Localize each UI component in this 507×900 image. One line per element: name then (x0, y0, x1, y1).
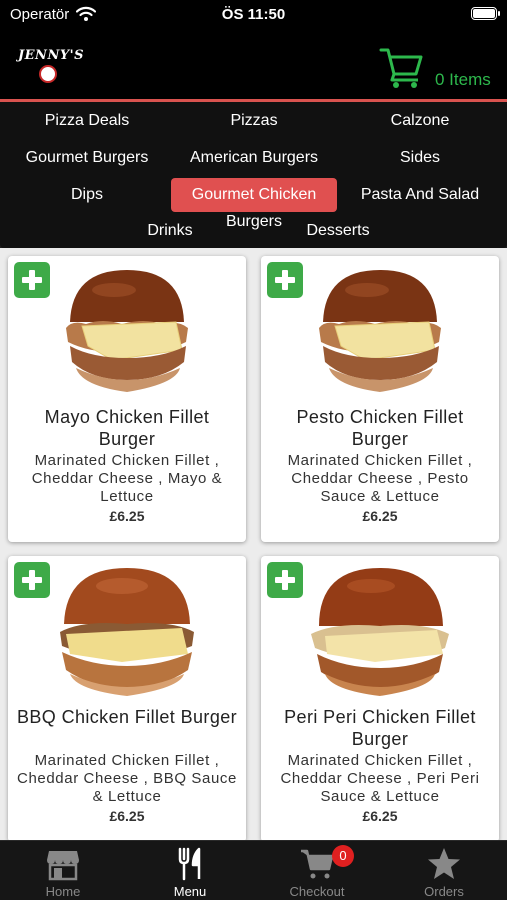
tab-label: Orders (424, 884, 464, 899)
product-card[interactable]: Pesto Chicken Fillet Burger Marinated Ch… (261, 256, 499, 542)
burger-image (60, 568, 194, 696)
cart-icon[interactable] (378, 44, 424, 90)
tab-label: Menu (173, 884, 207, 899)
category-sides[interactable]: Sides (346, 141, 494, 175)
cutlery-icon (178, 847, 201, 881)
burger-image (66, 270, 188, 392)
tab-label: Home (45, 884, 81, 899)
product-description: Marinated Chicken Fillet , Cheddar Chees… (287, 452, 473, 505)
tab-home[interactable]: Home (0, 841, 126, 900)
bottom-tab-bar: Home Menu 0 Checkout Orders (0, 840, 507, 900)
category-desserts[interactable]: Desserts (290, 214, 386, 248)
category-pizza-deals[interactable]: Pizza Deals (12, 104, 162, 138)
tab-checkout[interactable]: 0 Checkout (254, 841, 380, 900)
product-description: Marinated Chicken Fillet , Cheddar Chees… (17, 752, 237, 805)
logo-mascot-icon (39, 65, 57, 83)
logo-text: JENNY'S (18, 48, 84, 63)
battery-icon (471, 7, 500, 20)
tab-label: Checkout (289, 884, 345, 899)
product-card[interactable]: BBQ Chicken Fillet Burger Marinated Chic… (8, 556, 246, 840)
checkout-badge: 0 (332, 845, 354, 867)
cart-icon (301, 849, 334, 879)
status-time: ÖS 11:50 (221, 6, 286, 23)
category-calzone[interactable]: Calzone (346, 104, 494, 138)
app-header: JENNY'S 0 Items (0, 30, 507, 100)
product-grid: Mayo Chicken Fillet Burger Marinated Chi… (0, 248, 507, 840)
add-to-cart-button[interactable] (267, 262, 303, 298)
product-card[interactable]: Mayo Chicken Fillet Burger Marinated Chi… (8, 256, 246, 542)
product-price: £6.25 (362, 508, 398, 524)
category-drinks[interactable]: Drinks (120, 214, 220, 248)
brand-logo[interactable]: JENNY'S (18, 48, 84, 88)
add-to-cart-button[interactable] (14, 562, 50, 598)
product-title: Peri Peri Chicken Fillet Burger (284, 707, 476, 749)
cart-items-count[interactable]: 0 Items (435, 70, 491, 90)
category-bar: Pizza Deals Pizzas Calzone Gourmet Burge… (0, 102, 507, 248)
product-title: Pesto Chicken Fillet Burger (296, 407, 464, 449)
tab-menu[interactable]: Menu (127, 841, 253, 900)
product-title: Mayo Chicken Fillet Burger (44, 407, 210, 449)
tab-orders[interactable]: Orders (381, 841, 507, 900)
product-title: BBQ Chicken Fillet Burger (16, 707, 238, 727)
status-bar: Operatör ÖS 11:50 (0, 0, 507, 30)
product-price: £6.25 (109, 808, 145, 824)
product-card[interactable]: Peri Peri Chicken Fillet Burger Marinate… (261, 556, 499, 840)
category-american-burgers[interactable]: American Burgers (170, 141, 338, 175)
add-to-cart-button[interactable] (14, 262, 50, 298)
burger-image (311, 568, 449, 696)
store-icon (47, 851, 79, 881)
star-icon (428, 848, 460, 879)
product-description: Marinated Chicken Fillet , Cheddar Chees… (31, 452, 223, 505)
burger-image (319, 270, 441, 392)
category-pizzas[interactable]: Pizzas (180, 104, 328, 138)
add-to-cart-button[interactable] (267, 562, 303, 598)
product-price: £6.25 (362, 808, 398, 824)
category-gourmet-burgers[interactable]: Gourmet Burgers (12, 141, 162, 175)
product-price: £6.25 (109, 508, 145, 524)
product-description: Marinated Chicken Fillet , Cheddar Chees… (280, 752, 480, 805)
category-pasta-and-salad[interactable]: Pasta And Salad (346, 178, 494, 212)
category-dips[interactable]: Dips (12, 178, 162, 212)
